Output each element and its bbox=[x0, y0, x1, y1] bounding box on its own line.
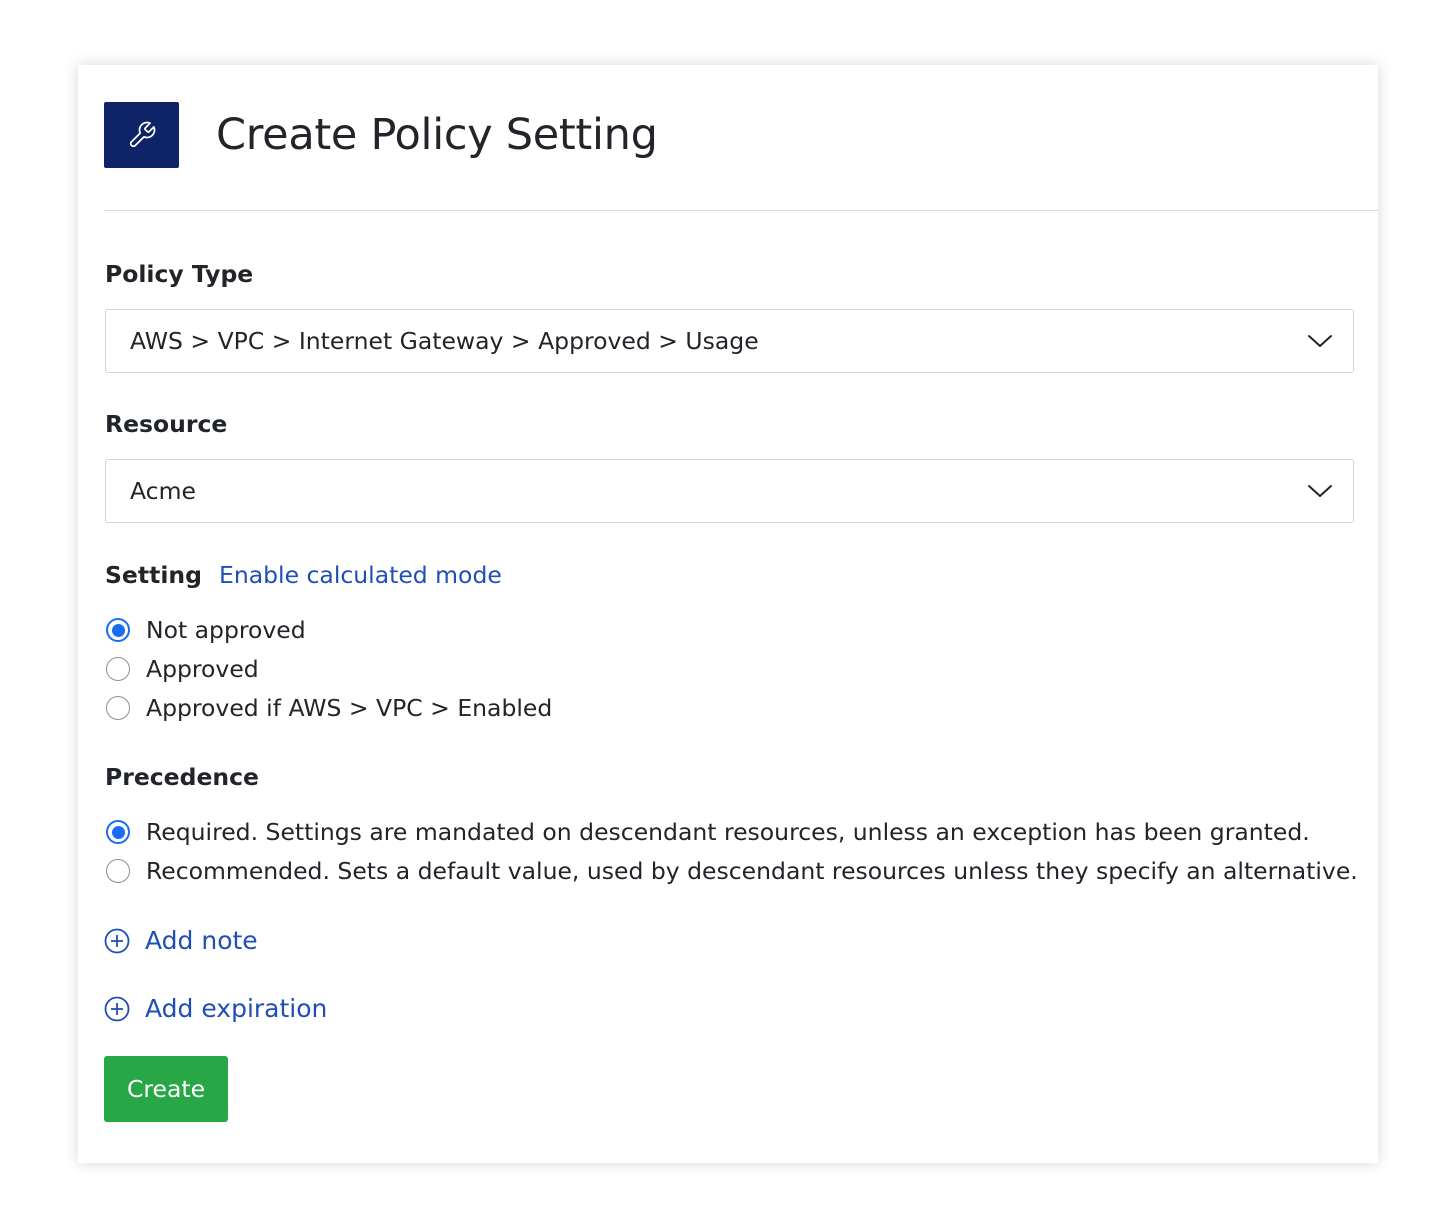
radio-button[interactable] bbox=[106, 859, 130, 883]
enable-calculated-mode-link[interactable]: Enable calculated mode bbox=[219, 561, 502, 589]
setting-option-approved[interactable]: Approved bbox=[106, 655, 259, 683]
policy-type-select[interactable]: AWS > VPC > Internet Gateway > Approved … bbox=[105, 309, 1354, 373]
precedence-option-required[interactable]: Required. Settings are mandated on desce… bbox=[106, 818, 1310, 846]
chevron-down-icon bbox=[1308, 485, 1332, 497]
radio-label: Not approved bbox=[146, 616, 306, 644]
radio-button[interactable] bbox=[106, 657, 130, 681]
radio-label: Approved if AWS > VPC > Enabled bbox=[146, 694, 553, 722]
header-divider bbox=[104, 210, 1378, 211]
create-button[interactable]: Create bbox=[104, 1056, 228, 1122]
resource-select[interactable]: Acme bbox=[105, 459, 1354, 523]
add-note-link[interactable]: Add note bbox=[104, 926, 258, 955]
radio-label: Approved bbox=[146, 655, 259, 683]
radio-button[interactable] bbox=[106, 618, 130, 642]
plus-circle-icon bbox=[104, 928, 130, 953]
precedence-option-recommended[interactable]: Recommended. Sets a default value, used … bbox=[106, 857, 1358, 885]
page-title: Create Policy Setting bbox=[216, 110, 658, 160]
setting-option-approved-if-vpc-enabled[interactable]: Approved if AWS > VPC > Enabled bbox=[106, 694, 552, 722]
setting-option-not-approved[interactable]: Not approved bbox=[106, 616, 306, 644]
resource-label: Resource bbox=[105, 410, 228, 438]
radio-label: Recommended. Sets a default value, used … bbox=[146, 857, 1358, 885]
radio-button[interactable] bbox=[106, 696, 130, 720]
radio-label: Required. Settings are mandated on desce… bbox=[146, 818, 1310, 846]
add-expiration-label: Add expiration bbox=[145, 994, 328, 1023]
radio-button[interactable] bbox=[106, 820, 130, 844]
add-note-label: Add note bbox=[145, 926, 258, 955]
add-expiration-link[interactable]: Add expiration bbox=[104, 994, 327, 1023]
setting-label: Setting bbox=[105, 561, 202, 589]
chevron-down-icon bbox=[1308, 335, 1332, 347]
resource-value: Acme bbox=[130, 477, 196, 505]
plus-circle-icon bbox=[104, 996, 130, 1021]
policy-type-label: Policy Type bbox=[105, 260, 254, 288]
wrench-icon bbox=[104, 102, 179, 168]
policy-type-value: AWS > VPC > Internet Gateway > Approved … bbox=[130, 327, 759, 355]
policy-setting-card: Create Policy Setting Policy Type AWS > … bbox=[78, 65, 1378, 1163]
precedence-label: Precedence bbox=[105, 763, 259, 791]
page-header: Create Policy Setting bbox=[104, 102, 658, 168]
